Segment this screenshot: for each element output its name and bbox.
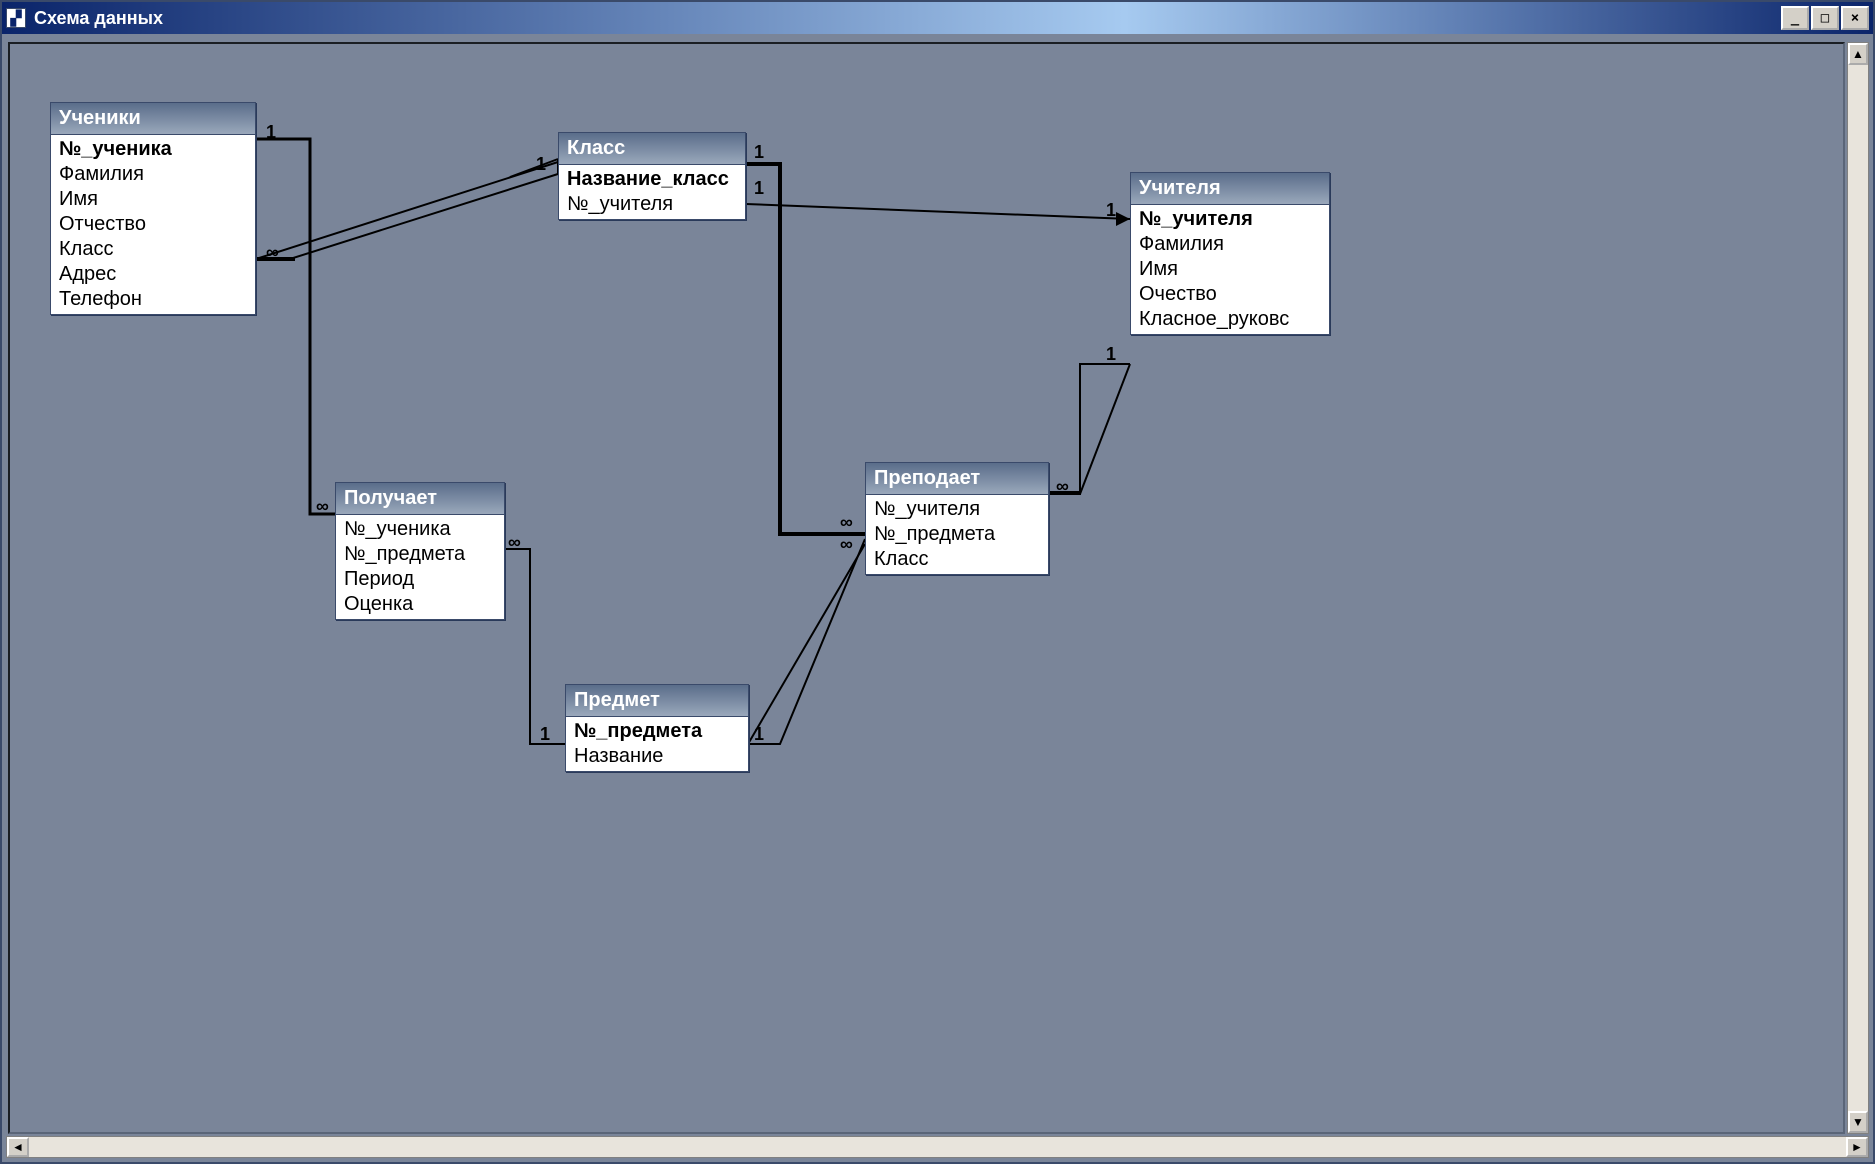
table-field[interactable]: Период	[336, 567, 504, 592]
table-field[interactable]: Отчество	[51, 212, 255, 237]
table-field[interactable]: Название_класс	[559, 167, 745, 192]
cardinality-label: 1	[536, 154, 546, 175]
table-field[interactable]: Очество	[1131, 282, 1329, 307]
table-fields: №_ученика №_предмета Период Оценка	[336, 515, 504, 619]
table-uchitelya[interactable]: Учителя №_учителя Фамилия Имя Очество Кл…	[1130, 172, 1330, 335]
cardinality-label: 1	[1106, 344, 1116, 365]
cardinality-label: ∞	[316, 496, 329, 517]
cardinality-label: ∞	[840, 512, 853, 533]
table-field[interactable]: Фамилия	[51, 162, 255, 187]
window-title: Схема данных	[34, 8, 1779, 29]
titlebar[interactable]: ▞ Схема данных _ □ ×	[2, 2, 1873, 34]
scroll-down-button[interactable]: ▼	[1848, 1111, 1868, 1133]
app-icon: ▞	[6, 8, 26, 28]
table-field[interactable]: Класс	[866, 547, 1048, 572]
cardinality-label: 1	[754, 724, 764, 745]
table-header[interactable]: Преподает	[866, 463, 1048, 495]
close-button[interactable]: ×	[1841, 6, 1869, 30]
cardinality-label: ∞	[840, 534, 853, 555]
table-header[interactable]: Класс	[559, 133, 745, 165]
cardinality-label: 1	[754, 142, 764, 163]
table-fields: №_предмета Название	[566, 717, 748, 771]
cardinality-label: ∞	[508, 532, 521, 553]
table-poluchaet[interactable]: Получает №_ученика №_предмета Период Оце…	[335, 482, 505, 620]
table-field[interactable]: №_учителя	[866, 497, 1048, 522]
table-field[interactable]: Класс	[51, 237, 255, 262]
vertical-scrollbar[interactable]: ▲ ▼	[1847, 42, 1869, 1134]
table-fields: Название_класс №_учителя	[559, 165, 745, 219]
table-klass[interactable]: Класс Название_класс №_учителя	[558, 132, 746, 220]
table-header[interactable]: Предмет	[566, 685, 748, 717]
minimize-button[interactable]: _	[1781, 6, 1809, 30]
table-field[interactable]: Класное_руковс	[1131, 307, 1329, 332]
table-field[interactable]: №_учителя	[559, 192, 745, 217]
table-field[interactable]: Имя	[1131, 257, 1329, 282]
maximize-button[interactable]: □	[1811, 6, 1839, 30]
table-field[interactable]: №_ученика	[51, 137, 255, 162]
relationships-window: ▞ Схема данных _ □ ×	[0, 0, 1875, 1164]
table-field[interactable]: №_учителя	[1131, 207, 1329, 232]
relationship-lines	[10, 44, 1843, 1132]
table-field[interactable]: Имя	[51, 187, 255, 212]
cardinality-label: 1	[266, 122, 276, 143]
table-field[interactable]: Фамилия	[1131, 232, 1329, 257]
cardinality-label: 1	[754, 178, 764, 199]
table-field[interactable]: №_предмета	[336, 542, 504, 567]
table-ucheniki[interactable]: Ученики №_ученика Фамилия Имя Отчество К…	[50, 102, 256, 315]
table-fields: №_учителя №_предмета Класс	[866, 495, 1048, 574]
scroll-up-button[interactable]: ▲	[1848, 43, 1868, 65]
table-field[interactable]: №_ученика	[336, 517, 504, 542]
scroll-left-button[interactable]: ◄	[7, 1137, 29, 1157]
table-field[interactable]: Адрес	[51, 262, 255, 287]
table-fields: №_ученика Фамилия Имя Отчество Класс Адр…	[51, 135, 255, 314]
scroll-track[interactable]	[1848, 65, 1868, 1111]
table-field[interactable]: Телефон	[51, 287, 255, 312]
cardinality-label: ∞	[1056, 476, 1069, 497]
cardinality-label: 1	[540, 724, 550, 745]
table-predmet[interactable]: Предмет №_предмета Название	[565, 684, 749, 772]
horizontal-scrollbar[interactable]: ◄ ►	[6, 1136, 1869, 1158]
table-fields: №_учителя Фамилия Имя Очество Класное_ру…	[1131, 205, 1329, 334]
table-header[interactable]: Учителя	[1131, 173, 1329, 205]
scroll-right-button[interactable]: ►	[1846, 1137, 1868, 1157]
table-header[interactable]: Ученики	[51, 103, 255, 135]
table-field[interactable]: Название	[566, 744, 748, 769]
diagram-canvas[interactable]: 1 ∞ ∞ 1 1 1 1 ∞ ∞ 1 ∞ 1 1 ∞ Ученики №_уч…	[8, 42, 1845, 1134]
table-prepodaet[interactable]: Преподает №_учителя №_предмета Класс	[865, 462, 1049, 575]
table-field[interactable]: №_предмета	[866, 522, 1048, 547]
table-field[interactable]: Оценка	[336, 592, 504, 617]
table-field[interactable]: №_предмета	[566, 719, 748, 744]
scroll-track[interactable]	[29, 1137, 1846, 1157]
cardinality-label: ∞	[266, 242, 279, 263]
cardinality-label: 1	[1106, 200, 1116, 221]
table-header[interactable]: Получает	[336, 483, 504, 515]
